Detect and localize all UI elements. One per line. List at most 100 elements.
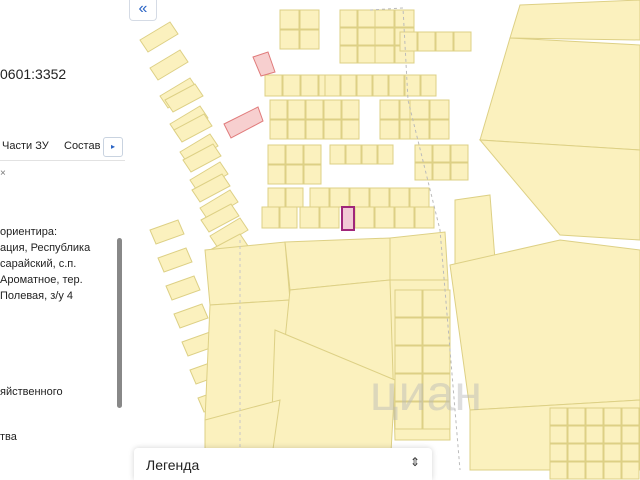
tab-composition[interactable]: Состав xyxy=(64,140,100,152)
land-parcel[interactable] xyxy=(357,45,376,64)
land-parcel[interactable] xyxy=(621,461,640,480)
land-parcel[interactable] xyxy=(149,219,185,245)
land-parcel[interactable] xyxy=(354,206,375,229)
map-canvas[interactable]: циан xyxy=(125,0,640,480)
land-parcel[interactable] xyxy=(299,29,320,50)
land-parcel[interactable] xyxy=(429,99,450,120)
land-parcel[interactable] xyxy=(267,187,286,208)
land-parcel[interactable] xyxy=(479,37,640,151)
land-parcel[interactable] xyxy=(305,119,324,140)
land-parcel[interactable] xyxy=(349,187,370,208)
land-parcel[interactable] xyxy=(549,407,568,426)
land-parcel[interactable] xyxy=(414,162,433,181)
land-parcel[interactable] xyxy=(341,99,360,120)
land-parcel[interactable] xyxy=(414,206,435,229)
legend-bar[interactable]: Легенда ⇕ xyxy=(134,448,432,480)
land-parcel[interactable] xyxy=(324,74,341,97)
land-parcel[interactable] xyxy=(356,74,373,97)
land-parcel[interactable] xyxy=(299,206,320,229)
land-parcel[interactable] xyxy=(417,31,436,52)
land-parcel[interactable] xyxy=(509,0,640,41)
land-parcel[interactable] xyxy=(420,74,437,97)
land-parcel[interactable] xyxy=(374,9,395,28)
land-parcel[interactable] xyxy=(414,144,433,163)
land-parcel[interactable] xyxy=(267,164,286,185)
land-parcel[interactable] xyxy=(621,407,640,426)
land-parcel[interactable] xyxy=(329,144,346,165)
selected-parcel[interactable] xyxy=(341,206,355,231)
land-parcel[interactable] xyxy=(567,461,586,480)
land-parcel[interactable] xyxy=(422,317,451,346)
land-parcel[interactable] xyxy=(305,99,324,120)
legend-toggle-icon[interactable]: ⇕ xyxy=(410,455,420,469)
land-parcel[interactable] xyxy=(303,164,322,185)
land-parcel[interactable] xyxy=(157,247,193,273)
tabs-next-button[interactable]: ▸ xyxy=(103,137,123,157)
land-parcel[interactable] xyxy=(279,9,300,30)
land-parcel[interactable] xyxy=(432,144,451,163)
land-parcel[interactable] xyxy=(585,425,604,444)
land-parcel[interactable] xyxy=(432,162,451,181)
close-icon[interactable]: × xyxy=(0,168,6,179)
land-parcel[interactable] xyxy=(377,144,394,165)
land-parcel[interactable] xyxy=(603,461,622,480)
land-parcel[interactable] xyxy=(549,425,568,444)
tab-parts[interactable]: Части ЗУ xyxy=(2,140,49,152)
land-parcel[interactable] xyxy=(389,231,449,281)
land-parcel[interactable] xyxy=(549,443,568,462)
land-parcel[interactable] xyxy=(339,27,358,46)
land-parcel[interactable] xyxy=(621,443,640,462)
land-parcel[interactable] xyxy=(282,74,301,97)
panel-scrollbar[interactable] xyxy=(117,238,122,408)
land-parcel[interactable] xyxy=(379,119,400,140)
land-parcel[interactable] xyxy=(374,45,395,64)
land-parcel[interactable] xyxy=(204,241,291,306)
land-parcel[interactable] xyxy=(567,443,586,462)
land-parcel[interactable] xyxy=(394,289,423,318)
land-parcel[interactable] xyxy=(372,74,389,97)
land-parcel[interactable] xyxy=(339,45,358,64)
land-parcel[interactable] xyxy=(139,21,179,53)
land-parcel[interactable] xyxy=(379,99,400,120)
land-parcel[interactable] xyxy=(374,27,395,46)
land-parcel[interactable] xyxy=(300,74,319,97)
land-parcel[interactable] xyxy=(357,27,376,46)
highlighted-parcel[interactable] xyxy=(223,106,264,139)
land-parcel[interactable] xyxy=(269,99,288,120)
land-parcel[interactable] xyxy=(173,303,209,329)
land-parcel[interactable] xyxy=(165,275,201,301)
land-parcel[interactable] xyxy=(567,425,586,444)
land-parcel[interactable] xyxy=(361,144,378,165)
land-parcel[interactable] xyxy=(369,187,390,208)
land-parcel[interactable] xyxy=(279,29,300,50)
land-parcel[interactable] xyxy=(388,74,405,97)
land-parcel[interactable] xyxy=(264,74,283,97)
land-parcel[interactable] xyxy=(585,443,604,462)
land-parcel[interactable] xyxy=(603,407,622,426)
land-parcel[interactable] xyxy=(285,187,304,208)
land-parcel[interactable] xyxy=(357,9,376,28)
land-parcel[interactable] xyxy=(450,162,469,181)
land-parcel[interactable] xyxy=(345,144,362,165)
land-parcel[interactable] xyxy=(409,187,430,208)
land-parcel[interactable] xyxy=(394,206,415,229)
land-parcel[interactable] xyxy=(409,119,430,140)
land-parcel[interactable] xyxy=(267,144,286,165)
land-parcel[interactable] xyxy=(453,31,472,52)
land-parcel[interactable] xyxy=(394,9,415,28)
land-parcel[interactable] xyxy=(309,187,330,208)
land-parcel[interactable] xyxy=(149,49,189,81)
land-parcel[interactable] xyxy=(303,144,322,165)
land-parcel[interactable] xyxy=(585,407,604,426)
land-parcel[interactable] xyxy=(389,187,410,208)
land-parcel[interactable] xyxy=(621,425,640,444)
land-parcel[interactable] xyxy=(285,164,304,185)
land-parcel[interactable] xyxy=(299,9,320,30)
land-parcel[interactable] xyxy=(341,119,360,140)
land-parcel[interactable] xyxy=(454,194,496,266)
land-parcel[interactable] xyxy=(585,461,604,480)
highlighted-parcel[interactable] xyxy=(252,51,276,77)
land-parcel[interactable] xyxy=(319,206,340,229)
land-parcel[interactable] xyxy=(285,144,304,165)
land-parcel[interactable] xyxy=(603,425,622,444)
